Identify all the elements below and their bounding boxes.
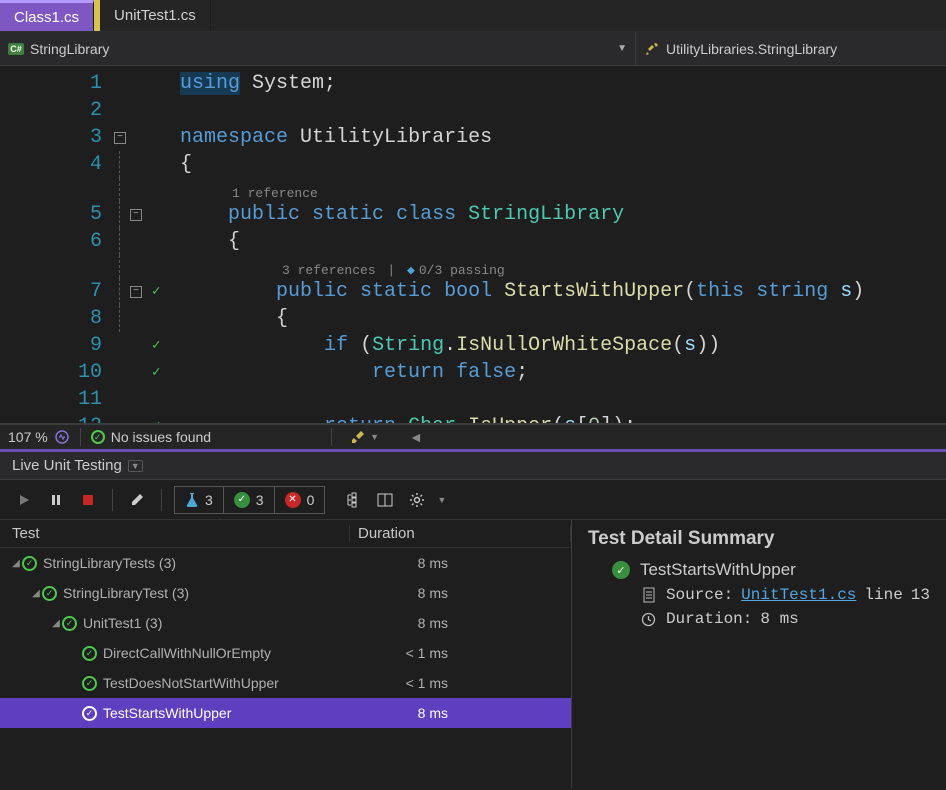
detail-source-row: Source: UnitTest1.cs line13 bbox=[640, 586, 930, 604]
fold-toggle[interactable]: − bbox=[130, 209, 142, 221]
file-tab-class1[interactable]: Class1.cs bbox=[0, 0, 94, 31]
pass-icon: ✓ bbox=[234, 492, 250, 508]
chevron-down-icon: ▼ bbox=[617, 43, 627, 54]
class-dropdown-label: UtilityLibraries.StringLibrary bbox=[666, 41, 837, 57]
file-tab-row: Class1.cs UnitTest1.cs bbox=[0, 0, 946, 32]
csharp-icon: C# bbox=[8, 43, 24, 55]
source-link[interactable]: UnitTest1.cs bbox=[741, 586, 856, 604]
play-button[interactable] bbox=[12, 488, 36, 512]
col-duration[interactable]: Duration bbox=[350, 525, 571, 542]
pass-icon: ✓ bbox=[22, 556, 37, 571]
pass-icon: ✓ bbox=[82, 646, 97, 661]
settings-button[interactable] bbox=[405, 488, 429, 512]
clock-icon bbox=[640, 612, 658, 627]
line-number-gutter: 1 2 3 4 5 6 7 8 9 10 11 12 bbox=[0, 66, 110, 423]
navigation-bar: C# StringLibrary ▼ UtilityLibraries.Stri… bbox=[0, 32, 946, 66]
pass-icon: ✓ bbox=[82, 676, 97, 691]
pass-icon: ✓ bbox=[82, 706, 97, 721]
fold-toggle[interactable]: − bbox=[114, 132, 126, 144]
class-dropdown[interactable]: UtilityLibraries.StringLibrary bbox=[636, 32, 946, 65]
failed-tests-count[interactable]: ✕ 0 bbox=[275, 487, 325, 513]
tree-row-test-selected[interactable]: ✓TestStartsWithUpper 8 ms bbox=[0, 698, 571, 728]
issues-label[interactable]: No issues found bbox=[111, 429, 211, 445]
codelens-references[interactable]: 3 references | ◆ 0/3 passing bbox=[282, 257, 505, 284]
codelens-references[interactable]: 1 reference bbox=[232, 180, 318, 207]
tree-header: Test Duration bbox=[0, 520, 571, 548]
tree-row-test[interactable]: ✓DirectCallWithNullOrEmpty < 1 ms bbox=[0, 638, 571, 668]
test-counts: 3 ✓ 3 ✕ 0 bbox=[174, 486, 325, 514]
test-tree-panel: Test Duration ◢ ✓StringLibraryTests (3) … bbox=[0, 520, 572, 788]
dropdown-icon[interactable]: ▼ bbox=[128, 460, 143, 472]
brush-icon[interactable] bbox=[350, 429, 366, 445]
zoom-level[interactable]: 107 % bbox=[8, 429, 48, 445]
pass-icon: ✓ bbox=[152, 283, 160, 300]
pass-icon: ✓ bbox=[612, 561, 630, 579]
scroll-left-icon[interactable]: ◄ bbox=[409, 429, 423, 445]
pause-button[interactable] bbox=[44, 488, 68, 512]
lut-toolbar: 3 ✓ 3 ✕ 0 ▼ bbox=[0, 480, 946, 520]
pass-icon: ✓ bbox=[42, 586, 57, 601]
document-icon bbox=[640, 587, 658, 603]
pass-icon: ✓ bbox=[152, 337, 160, 354]
passed-tests-count[interactable]: ✓ 3 bbox=[224, 487, 275, 513]
tree-row-group[interactable]: ◢ ✓StringLibraryTests (3) 8 ms bbox=[0, 548, 571, 578]
flask-icon bbox=[185, 492, 199, 508]
project-dropdown-label: StringLibrary bbox=[30, 41, 109, 57]
layout-button[interactable] bbox=[373, 488, 397, 512]
health-icon[interactable] bbox=[54, 429, 70, 445]
fold-gutter: − − −✓ ✓ ✓ ✓ bbox=[110, 66, 180, 423]
stop-button[interactable] bbox=[76, 488, 100, 512]
test-detail-panel: Test Detail Summary ✓ TestStartsWithUppe… bbox=[572, 520, 946, 788]
pass-icon: ✓ bbox=[62, 616, 77, 631]
detail-test-name-row: ✓ TestStartsWithUpper bbox=[612, 560, 930, 580]
live-unit-testing-header[interactable]: Live Unit Testing ▼ bbox=[0, 452, 946, 480]
col-test[interactable]: Test bbox=[0, 525, 350, 542]
detail-duration-row: Duration: 8 ms bbox=[640, 610, 930, 628]
tree-row-group[interactable]: ◢ ✓UnitTest1 (3) 8 ms bbox=[0, 608, 571, 638]
tree-row-test[interactable]: ✓TestDoesNotStartWithUpper < 1 ms bbox=[0, 668, 571, 698]
chevron-down-icon[interactable]: ▼ bbox=[370, 432, 379, 442]
project-dropdown[interactable]: C# StringLibrary ▼ bbox=[0, 32, 636, 65]
code-editor[interactable]: 1 2 3 4 5 6 7 8 9 10 11 12 − − −✓ ✓ ✓ ✓ … bbox=[0, 66, 946, 424]
pass-icon: ✓ bbox=[152, 364, 160, 381]
detail-title: Test Detail Summary bbox=[588, 528, 930, 550]
fail-icon: ✕ bbox=[285, 492, 301, 508]
total-tests-count[interactable]: 3 bbox=[175, 487, 224, 513]
class-icon bbox=[644, 41, 660, 57]
lut-body: Test Duration ◢ ✓StringLibraryTests (3) … bbox=[0, 520, 946, 788]
hierarchy-button[interactable] bbox=[341, 488, 365, 512]
fold-toggle[interactable]: − bbox=[130, 286, 142, 298]
edit-button[interactable] bbox=[125, 488, 149, 512]
expand-toggle[interactable]: ◢ bbox=[10, 558, 22, 569]
editor-status-bar: 107 % ✓ No issues found ▼ ◄ bbox=[0, 424, 946, 452]
chevron-down-icon[interactable]: ▼ bbox=[437, 495, 446, 505]
file-tab-unittest1[interactable]: UnitTest1.cs bbox=[100, 0, 211, 31]
tree-row-group[interactable]: ◢ ✓StringLibraryTest (3) 8 ms bbox=[0, 578, 571, 608]
expand-toggle[interactable]: ◢ bbox=[50, 618, 62, 629]
checkmark-icon: ✓ bbox=[91, 430, 105, 444]
code-content[interactable]: using System; namespace UtilityLibraries… bbox=[180, 66, 946, 423]
expand-toggle[interactable]: ◢ bbox=[30, 588, 42, 599]
